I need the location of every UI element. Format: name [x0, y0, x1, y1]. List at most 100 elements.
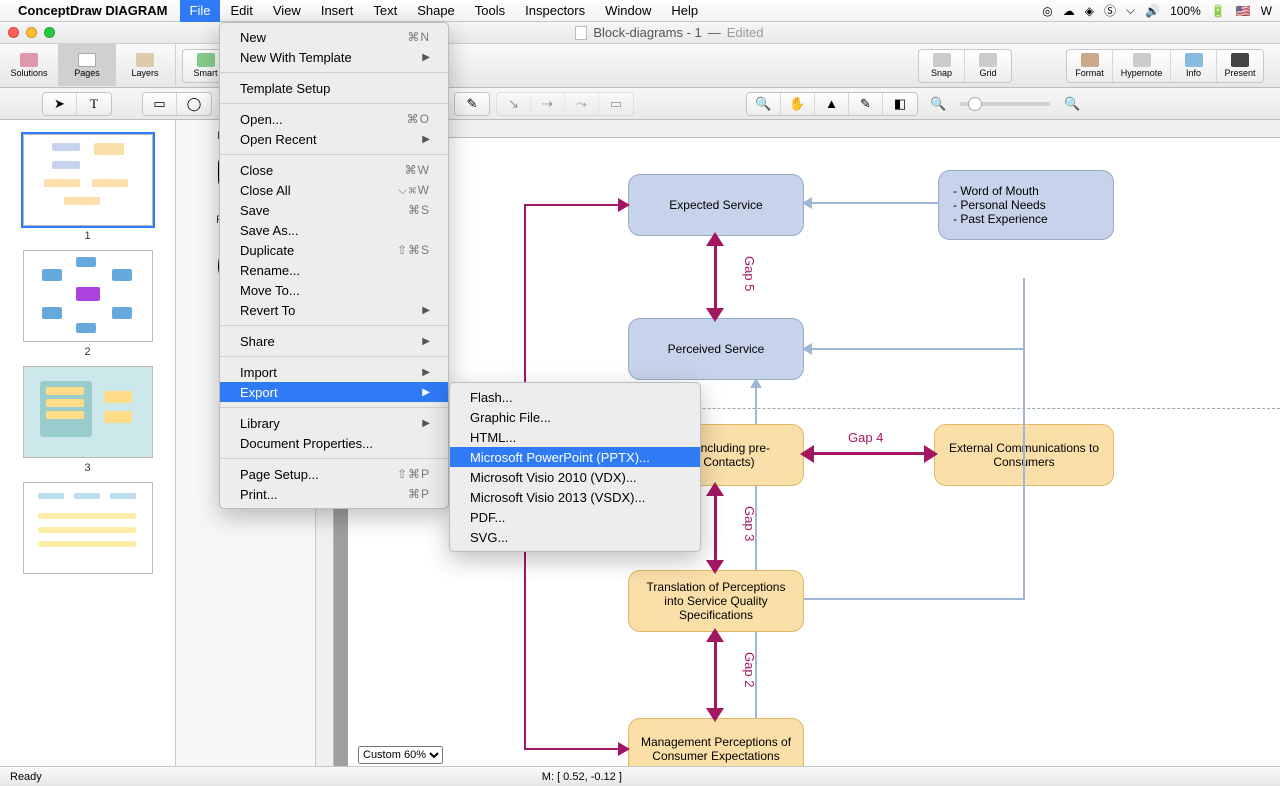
arrow-gap3 — [714, 486, 717, 570]
export-menu-item[interactable]: Microsoft Visio 2010 (VDX)... — [450, 467, 700, 487]
close-icon[interactable] — [8, 27, 19, 38]
info-button[interactable]: Info — [1171, 50, 1217, 82]
lb1 — [804, 202, 938, 204]
rect-tool[interactable]: ▭ — [143, 93, 177, 115]
hand-tool-icon[interactable]: ✋ — [781, 93, 815, 115]
export-menu-item[interactable]: Graphic File... — [450, 407, 700, 427]
pages-sidebar: 1 2 3 — [0, 120, 176, 766]
file-menu-item[interactable]: Close All⌵⌘W — [220, 180, 448, 200]
box-expected[interactable]: Expected Service — [628, 174, 804, 236]
page-num-2: 2 — [0, 346, 175, 358]
box-management[interactable]: Management Perceptions of Consumer Expec… — [628, 718, 804, 766]
export-menu-item[interactable]: Microsoft PowerPoint (PPTX)... — [450, 447, 700, 467]
wifi-icon[interactable]: ⌵ — [1126, 3, 1135, 18]
document-icon — [575, 26, 587, 40]
page-thumb-4[interactable] — [23, 482, 153, 574]
page-thumb-2[interactable] — [23, 250, 153, 342]
file-menu-item[interactable]: Library▶ — [220, 413, 448, 433]
conn-1[interactable]: ↘ — [497, 93, 531, 115]
toolbar-snap-group: Snap Grid — [918, 49, 1012, 83]
conn-2[interactable]: ⇢ — [531, 93, 565, 115]
volume-icon[interactable]: 🔊 — [1145, 4, 1160, 18]
menu-file[interactable]: File — [180, 0, 221, 22]
file-menu-item[interactable]: Import▶ — [220, 362, 448, 382]
file-menu-item[interactable]: Save⌘S — [220, 200, 448, 220]
file-menu-item[interactable]: Print...⌘P — [220, 484, 448, 504]
diamond-icon[interactable]: ◈ — [1085, 4, 1094, 18]
grid-button[interactable]: Grid — [965, 50, 1011, 82]
pointer-tool[interactable]: ➤ — [43, 93, 77, 115]
zoom-select[interactable]: Custom 60% — [358, 746, 443, 764]
file-menu-item[interactable]: Rename... — [220, 260, 448, 280]
menu-tools[interactable]: Tools — [465, 0, 515, 22]
file-menu-item[interactable]: Close⌘W — [220, 160, 448, 180]
zoom-icon[interactable] — [44, 27, 55, 38]
snap-button[interactable]: Snap — [919, 50, 965, 82]
dash: — — [708, 25, 721, 40]
view-seg: 🔍 ✋ ▲ ✎ ◧ — [746, 92, 918, 116]
pages-tab[interactable]: Pages — [58, 44, 116, 86]
export-menu-item[interactable]: HTML... — [450, 427, 700, 447]
menu-text[interactable]: Text — [363, 0, 407, 22]
file-menu-item[interactable]: Save As... — [220, 220, 448, 240]
file-menu-item[interactable]: Share▶ — [220, 331, 448, 351]
file-menu-item[interactable]: Duplicate⇧⌘S — [220, 240, 448, 260]
zoom-in-icon[interactable]: 🔍 — [1064, 96, 1080, 112]
export-menu-item[interactable]: Flash... — [450, 387, 700, 407]
zoom-tool-icon[interactable]: 🔍 — [747, 93, 781, 115]
file-menu-item[interactable]: Template Setup — [220, 78, 448, 98]
format-button[interactable]: Format — [1067, 50, 1113, 82]
file-menu-item[interactable]: New⌘N — [220, 27, 448, 47]
conn-3[interactable]: ⤳ — [565, 93, 599, 115]
layers-tab[interactable]: Layers — [116, 44, 174, 86]
zoom-out-icon[interactable]: 🔍 — [930, 96, 946, 112]
menu-shape[interactable]: Shape — [407, 0, 465, 22]
eraser-icon[interactable]: ◧ — [883, 93, 917, 115]
file-menu-item[interactable]: Open Recent▶ — [220, 129, 448, 149]
file-menu-item[interactable]: Revert To▶ — [220, 300, 448, 320]
export-menu-item[interactable]: PDF... — [450, 507, 700, 527]
page-thumb-3[interactable] — [23, 366, 153, 458]
hypernote-button[interactable]: Hypernote — [1113, 50, 1171, 82]
skype-icon[interactable]: Ⓢ — [1104, 2, 1116, 19]
menu-edit[interactable]: Edit — [220, 0, 262, 22]
brush-icon[interactable]: ✎ — [455, 93, 489, 115]
left-tabs: Solutions Pages Layers — [0, 44, 176, 88]
battery-text[interactable]: 100% — [1170, 4, 1201, 18]
export-menu-item[interactable]: Microsoft Visio 2013 (VSDX)... — [450, 487, 700, 507]
minimize-icon[interactable] — [26, 27, 37, 38]
box-translation[interactable]: Translation of Perceptions into Service … — [628, 570, 804, 632]
menu-insert[interactable]: Insert — [311, 0, 364, 22]
menu-window[interactable]: Window — [595, 0, 661, 22]
text-tool[interactable]: T — [77, 93, 111, 115]
zoom-slider[interactable] — [960, 102, 1050, 106]
solutions-tab[interactable]: Solutions — [0, 44, 58, 86]
file-menu-item[interactable]: Open...⌘O — [220, 109, 448, 129]
zoom-select-wrap: Custom 60% — [358, 746, 443, 764]
file-menu-item[interactable]: New With Template▶ — [220, 47, 448, 67]
ellipse-tool[interactable]: ◯ — [177, 93, 211, 115]
box-factors[interactable]: - Word of Mouth - Personal Needs - Past … — [938, 170, 1114, 240]
conn-4[interactable]: ▭ — [599, 93, 633, 115]
app-name[interactable]: ConceptDraw DIAGRAM — [18, 3, 168, 18]
menu-help[interactable]: Help — [661, 0, 708, 22]
siri-icon[interactable]: ◎ — [1042, 4, 1052, 18]
box-perceived[interactable]: Perceived Service — [628, 318, 804, 380]
page-num-1: 1 — [0, 230, 175, 242]
gap1-top — [524, 204, 628, 206]
page-thumb-1[interactable] — [23, 134, 153, 226]
menu-view[interactable]: View — [263, 0, 311, 22]
export-menu-item[interactable]: SVG... — [450, 527, 700, 547]
flag-icon[interactable]: 🇺🇸 — [1236, 4, 1251, 18]
present-button[interactable]: Present — [1217, 50, 1263, 82]
file-menu-item[interactable]: Export▶ — [220, 382, 448, 402]
stamp-icon[interactable]: ▲ — [815, 93, 849, 115]
cloud-icon[interactable]: ☁ — [1063, 4, 1075, 18]
eyedropper-icon[interactable]: ✎ — [849, 93, 883, 115]
menu-inspectors[interactable]: Inspectors — [515, 0, 595, 22]
file-menu-item[interactable]: Move To... — [220, 280, 448, 300]
page-num-3: 3 — [0, 462, 175, 474]
file-menu-item[interactable]: Document Properties... — [220, 433, 448, 453]
file-menu-item[interactable]: Page Setup...⇧⌘P — [220, 464, 448, 484]
battery-icon[interactable]: 🔋 — [1211, 4, 1226, 18]
